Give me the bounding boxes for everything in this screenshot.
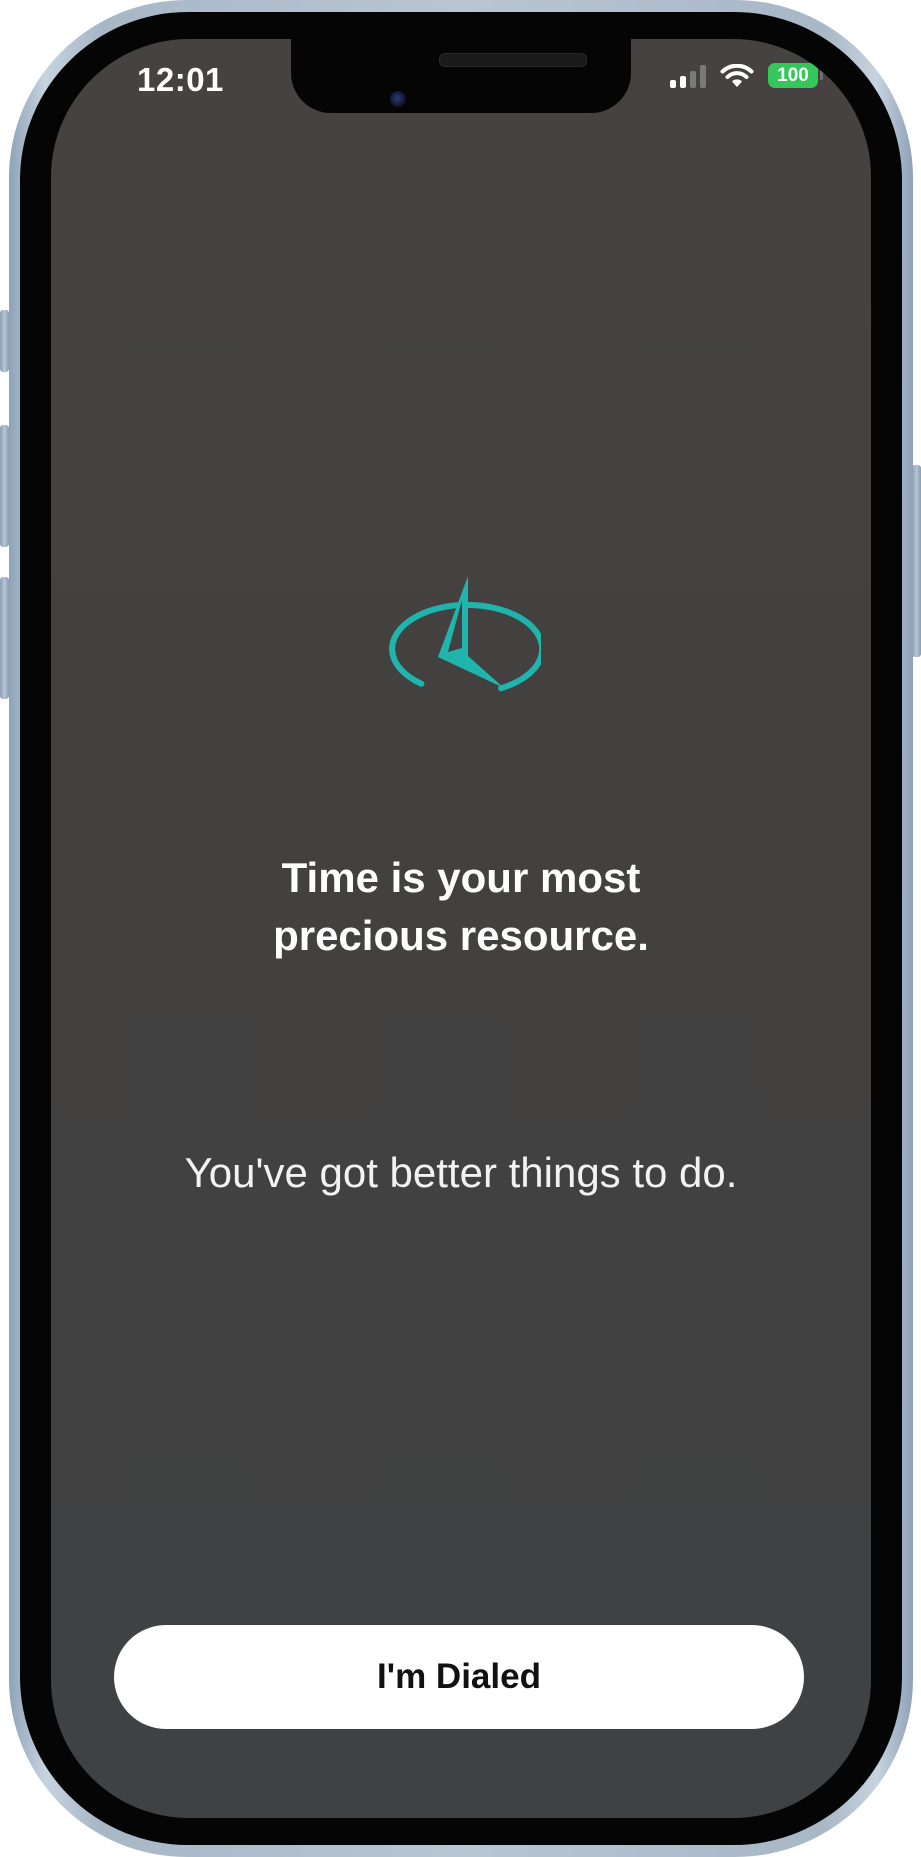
wifi-icon <box>720 63 754 87</box>
status-bar-time: 12:01 <box>137 61 224 98</box>
signal-bar-2 <box>680 75 686 88</box>
battery-level: 100 <box>768 63 818 88</box>
im-dialed-button-label: I'm Dialed <box>377 1657 541 1696</box>
status-bar-indicators: 100 <box>670 63 823 88</box>
headline: Time is your most precious resource. <box>111 849 811 965</box>
action-button <box>0 310 9 372</box>
battery-icon: 100 <box>768 63 823 88</box>
subheadline: You've got better things to do. <box>184 1149 738 1196</box>
signal-bar-3 <box>690 70 696 88</box>
cellular-signal-icon <box>670 64 706 88</box>
signal-bar-4 <box>700 64 706 88</box>
im-dialed-button[interactable]: I'm Dialed <box>114 1625 804 1729</box>
power-button <box>912 465 921 657</box>
signal-bar-1 <box>670 79 676 88</box>
battery-cap <box>820 71 823 80</box>
front-camera <box>390 91 406 107</box>
headline-line-2: precious resource. <box>273 912 649 959</box>
volume-up-button <box>0 425 9 547</box>
earpiece-speaker <box>439 53 587 67</box>
notch <box>291 39 631 113</box>
phone-device-mockup: 12:01 100 Time is your most precious res… <box>0 0 921 1857</box>
sundial-logo-icon <box>389 576 541 692</box>
volume-down-button <box>0 577 9 699</box>
app-screen: 12:01 100 Time is your most precious res… <box>51 39 871 1818</box>
headline-line-1: Time is your most <box>281 854 641 901</box>
